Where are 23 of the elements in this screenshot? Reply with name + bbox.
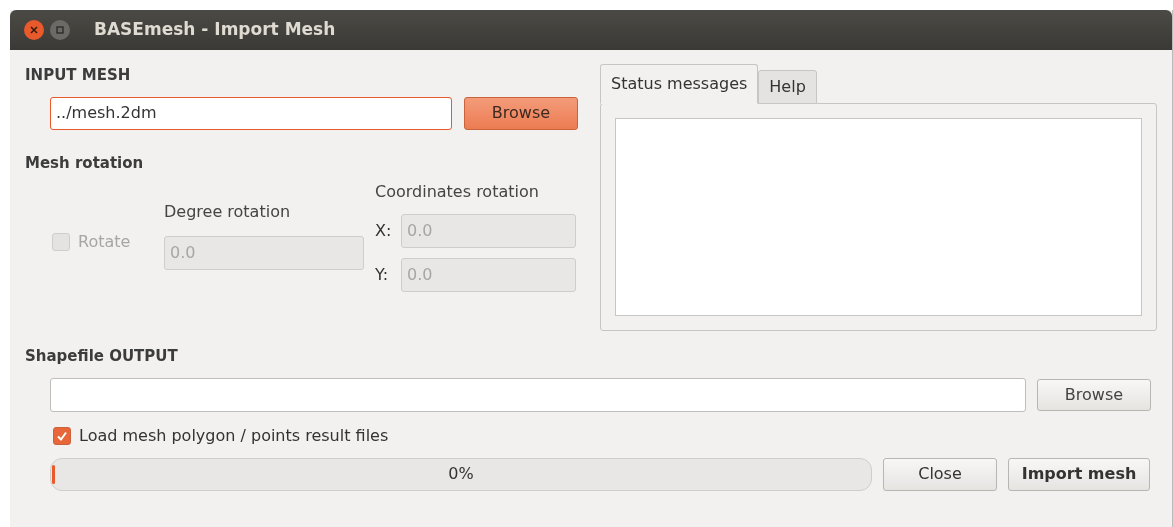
field-label: X: xyxy=(375,220,393,242)
window-title: BASEmesh - Import Mesh xyxy=(94,18,336,42)
import-button[interactable]: Import mesh xyxy=(1008,457,1150,491)
close-icon[interactable] xyxy=(24,20,44,40)
output-path-field[interactable] xyxy=(50,377,1026,412)
field-label: Y: xyxy=(375,264,390,286)
browse-button[interactable]: Browse xyxy=(1037,378,1151,411)
field-label: Degree rotation xyxy=(164,201,292,223)
checkbox-label: Rotate xyxy=(78,231,131,253)
section-heading: Mesh rotation xyxy=(25,152,145,174)
maximize-icon[interactable] xyxy=(50,20,70,40)
tab[interactable]: Status messages xyxy=(600,64,759,104)
section-heading: INPUT MESH xyxy=(25,65,132,86)
checkbox-label: Load mesh polygon / points result files xyxy=(79,424,389,447)
field-label: Coordinates rotation xyxy=(375,181,540,203)
checkmark-icon xyxy=(56,429,68,442)
close-button[interactable]: Close xyxy=(883,457,997,491)
tab[interactable]: Help xyxy=(758,70,817,104)
browse-button[interactable]: Browse xyxy=(464,96,578,130)
checkbox[interactable] xyxy=(53,426,71,445)
section-heading: Shapefile OUTPUT xyxy=(25,346,179,367)
progress-reading: 0% xyxy=(447,463,475,485)
input-field[interactable]: ../mesh.2dm xyxy=(50,96,452,130)
